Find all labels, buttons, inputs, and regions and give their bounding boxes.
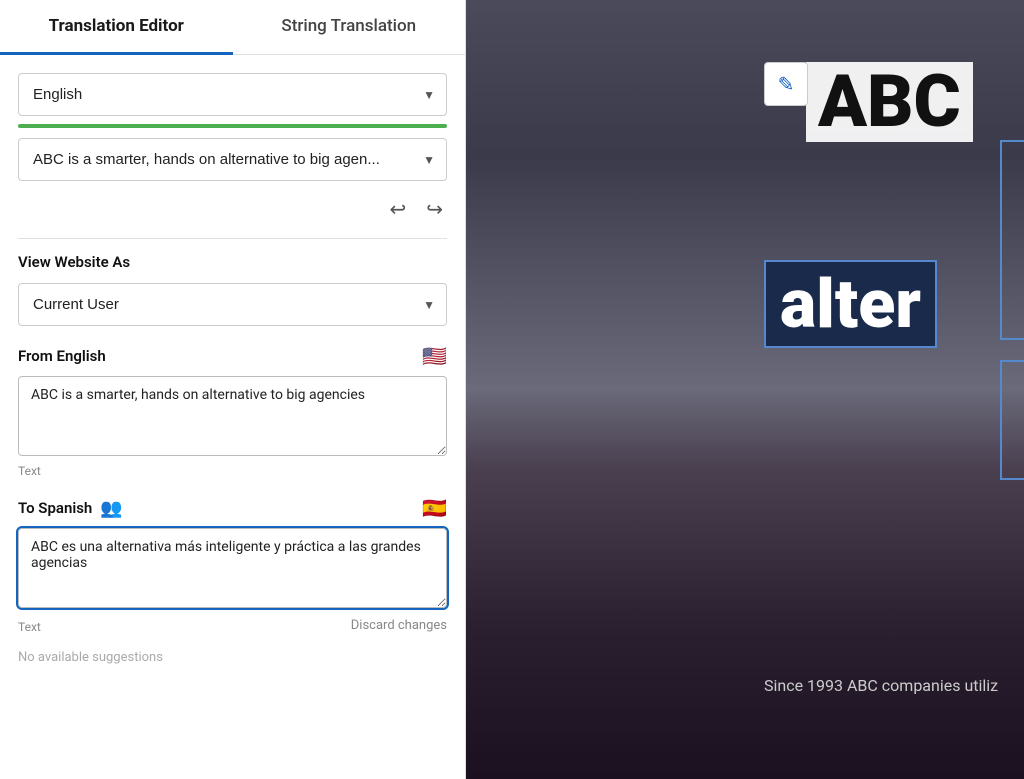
panel-content: English ▼ ABC is a smarter, hands on alt… — [0, 55, 465, 779]
people-icon: 👥 — [100, 498, 122, 519]
string-select[interactable]: ABC is a smarter, hands on alternative t… — [18, 138, 447, 181]
tab-translation-editor[interactable]: Translation Editor — [0, 0, 233, 55]
tabs-bar: Translation Editor String Translation — [0, 0, 465, 55]
undo-redo-bar: ↩ ↪ — [18, 189, 447, 234]
abc-text: ABC — [818, 59, 961, 144]
undo-button[interactable]: ↩ — [385, 195, 410, 224]
string-select-wrapper: ABC is a smarter, hands on alternative t… — [18, 138, 447, 181]
to-translation-title: To Spanish 👥 — [18, 498, 123, 519]
abc-box: ABC — [806, 62, 973, 142]
to-translation-section: To Spanish 👥 🇪🇸 Text Discard changes — [18, 496, 447, 634]
from-translation-section: From English 🇺🇸 Text — [18, 344, 447, 478]
view-website-label: View Website As — [18, 253, 447, 271]
language-select[interactable]: English — [18, 73, 447, 116]
view-as-select-wrapper: Current User ▼ — [18, 283, 447, 326]
divider-1 — [18, 238, 447, 239]
to-translation-header: To Spanish 👥 🇪🇸 — [18, 496, 447, 520]
from-flag: 🇺🇸 — [422, 344, 447, 368]
right-panel: ✎ ABC alter Since 1993 ABC companies uti… — [466, 0, 1024, 779]
from-translation-title: From English — [18, 347, 106, 365]
website-preview: ✎ ABC alter Since 1993 ABC companies uti… — [466, 0, 1024, 779]
to-translation-footer: Text Discard changes — [18, 616, 447, 634]
tab-string-translation[interactable]: String Translation — [233, 0, 466, 55]
to-type-label: Text — [18, 620, 41, 634]
right-outline-2 — [1000, 360, 1024, 480]
no-suggestions-label: No available suggestions — [18, 650, 447, 675]
to-flag: 🇪🇸 — [422, 496, 447, 520]
alter-text: alter — [780, 264, 921, 344]
pencil-icon: ✎ — [778, 72, 795, 96]
alter-box: alter — [764, 260, 937, 348]
from-type-label: Text — [18, 464, 447, 478]
from-translation-header: From English 🇺🇸 — [18, 344, 447, 368]
discard-changes-link[interactable]: Discard changes — [351, 618, 447, 633]
from-translation-textarea[interactable] — [18, 376, 447, 456]
edit-icon-button[interactable]: ✎ — [764, 62, 808, 106]
to-translation-textarea[interactable] — [18, 528, 447, 608]
right-outline-1 — [1000, 140, 1024, 340]
since-text: Since 1993 ABC companies utiliz — [764, 673, 998, 699]
redo-button[interactable]: ↪ — [422, 195, 447, 224]
left-panel: Translation Editor String Translation En… — [0, 0, 466, 779]
view-as-select[interactable]: Current User — [18, 283, 447, 326]
language-progress-bar — [18, 124, 447, 128]
language-select-wrapper: English ▼ — [18, 73, 447, 116]
